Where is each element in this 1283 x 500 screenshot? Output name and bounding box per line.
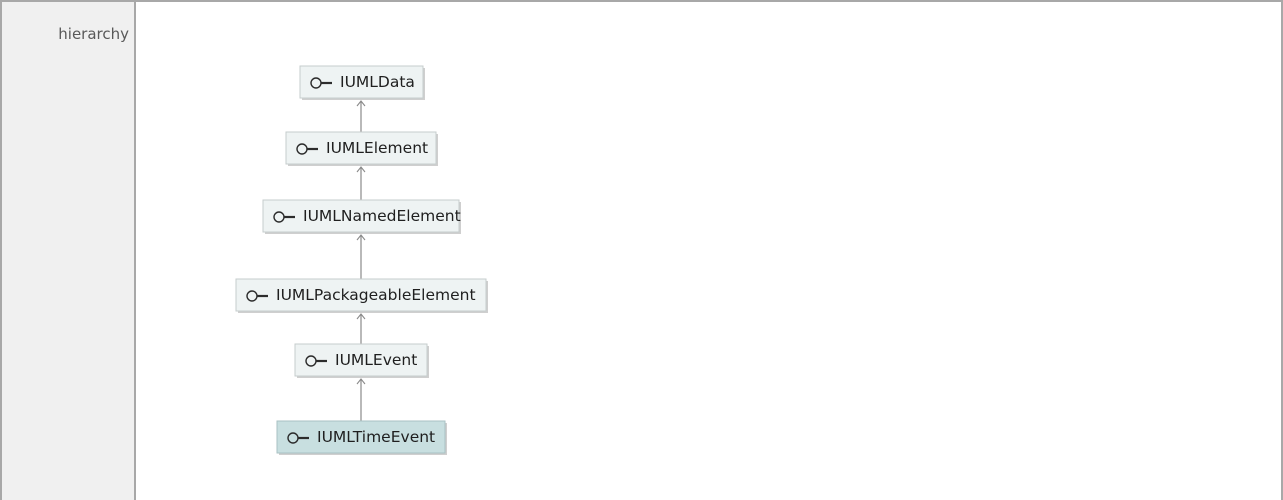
- inheritance-arrow: [356, 100, 366, 132]
- hierarchy-node-iumltimeevent[interactable]: IUMLTimeEvent: [276, 420, 447, 455]
- node-label: IUMLNamedElement: [303, 207, 461, 225]
- inheritance-arrow: [356, 313, 366, 344]
- node-label: IUMLElement: [326, 139, 428, 157]
- hierarchy-node-iumldata[interactable]: IUMLData: [299, 65, 425, 100]
- node-label: IUMLTimeEvent: [317, 428, 435, 446]
- hierarchy-node-iumlpackageableelement[interactable]: IUMLPackageableElement: [235, 278, 488, 313]
- hierarchy-node-iumlelement[interactable]: IUMLElement: [285, 131, 438, 166]
- node-label: IUMLPackageableElement: [276, 286, 476, 304]
- inheritance-arrow: [356, 234, 366, 279]
- hierarchy-node-iumlevent[interactable]: IUMLEvent: [294, 343, 429, 378]
- inheritance-arrow: [356, 166, 366, 200]
- hierarchy-node-iumlnamedelement[interactable]: IUMLNamedElement: [262, 199, 461, 234]
- inheritance-arrow: [356, 378, 366, 421]
- node-label: IUMLData: [340, 73, 415, 91]
- hierarchy-diagram: IUMLData IUMLElement IUMLNamedElement IUMLP…: [235, 65, 488, 455]
- node-label: IUMLEvent: [335, 351, 417, 369]
